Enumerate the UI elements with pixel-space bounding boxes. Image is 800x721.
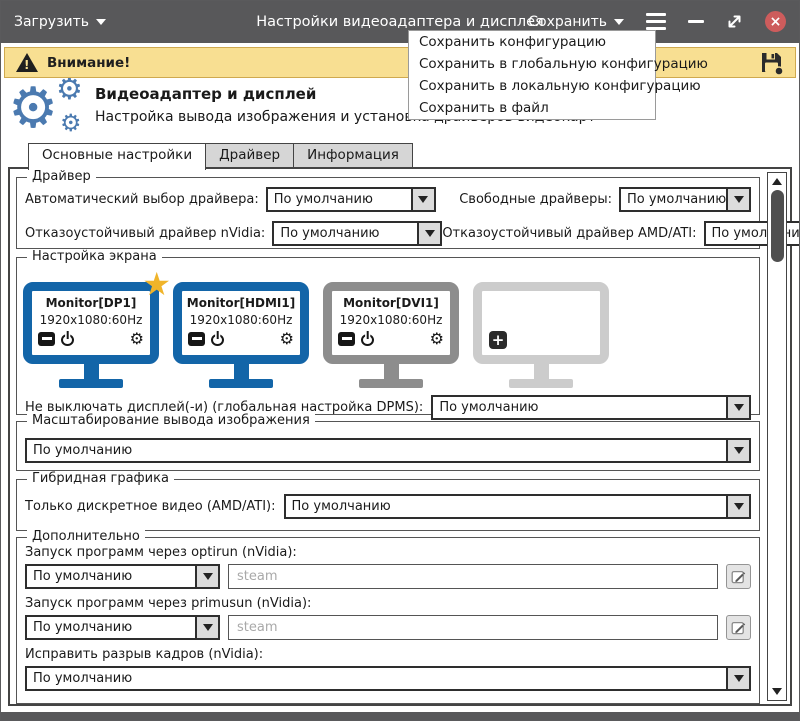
- load-menu-button[interactable]: Загрузить: [14, 14, 106, 30]
- load-menu-label: Загрузить: [14, 14, 89, 30]
- tab-bar: Основные настройки Драйвер Информация: [28, 143, 413, 170]
- window-bottom-edge: [0, 712, 800, 721]
- group-title: Гибридная графика: [27, 471, 174, 486]
- monitor-card-hdmi1[interactable]: Monitor[HDMI1] 1920x1080:60Hz ⚙: [173, 282, 309, 388]
- resize-icon[interactable]: [726, 13, 743, 30]
- optirun-label: Запуск программ через optirun (nVidia):: [17, 545, 759, 560]
- auto-driver-select[interactable]: По умолчанию: [266, 187, 436, 212]
- monitor-card-dvi1[interactable]: Monitor[DVI1] 1920x1080:60Hz ⚙: [323, 282, 459, 388]
- page-title: Видеоадаптер и дисплей: [95, 85, 316, 103]
- group-title: Масштабирование вывода изображения: [27, 413, 315, 428]
- monitor-name: Monitor[DVI1]: [336, 294, 446, 312]
- chevron-down-icon: [614, 19, 624, 25]
- monitor-mode: 1920x1080:60Hz: [186, 312, 296, 329]
- monitor-card-dp1[interactable]: ★ Monitor[DP1] 1920x1080:60Hz ⚙: [23, 282, 159, 388]
- group-title: Драйвер: [27, 169, 96, 184]
- dropdown-arrow-icon[interactable]: [726, 668, 749, 689]
- monitor-name: Monitor[HDMI1]: [186, 294, 296, 312]
- dropdown-arrow-icon[interactable]: [417, 223, 440, 244]
- close-icon[interactable]: ×: [765, 11, 786, 32]
- driver-group: Драйвер Автоматический выбор драйвера: П…: [16, 177, 760, 249]
- tab-driver[interactable]: Драйвер: [206, 143, 294, 168]
- minimize-icon[interactable]: [688, 20, 704, 24]
- dropdown-arrow-icon[interactable]: [726, 397, 749, 418]
- power-icon[interactable]: [211, 332, 224, 346]
- scrollbar-thumb[interactable]: [771, 190, 784, 262]
- optirun-select[interactable]: По умолчанию: [25, 564, 220, 589]
- gears-logo-icon: ⚙ ⚙ ⚙: [8, 79, 92, 141]
- group-title: Настройка экрана: [27, 249, 162, 264]
- monitor-settings-gear-icon[interactable]: ⚙: [130, 331, 144, 347]
- monitor-name: Monitor[DP1]: [36, 294, 146, 312]
- window-title: Настройки видеоадаптера и дисплея: [256, 14, 543, 30]
- power-icon[interactable]: [61, 332, 74, 346]
- monitor-mode: 1920x1080:60Hz: [336, 312, 446, 329]
- dropdown-arrow-icon[interactable]: [726, 440, 749, 461]
- primary-star-icon: ★: [142, 268, 171, 300]
- add-monitor-icon[interactable]: +: [489, 331, 507, 349]
- warning-triangle-icon: !: [16, 53, 38, 72]
- extra-group: Дополнительно Запуск программ через opti…: [16, 537, 760, 704]
- scroll-down-button[interactable]: [768, 684, 786, 699]
- scaling-select[interactable]: По умолчанию: [25, 438, 751, 463]
- failsafe-amd-label: Отказоустойчивый драйвер AMD/ATI:: [442, 226, 696, 241]
- vertical-scrollbar[interactable]: [767, 172, 787, 701]
- discrete-video-select[interactable]: По умолчанию: [284, 494, 751, 519]
- save-dropdown-menu: Сохранить конфигурацию Сохранить в глоба…: [408, 30, 656, 120]
- screen-settings-group: Настройка экрана ★ Monitor[DP1] 1920x108…: [16, 257, 760, 415]
- edit-pencil-icon[interactable]: [726, 615, 751, 640]
- hamburger-menu-icon[interactable]: [646, 13, 666, 31]
- power-icon[interactable]: [361, 332, 374, 346]
- monitor-card-empty[interactable]: +: [473, 282, 609, 388]
- edit-pencil-icon[interactable]: [726, 564, 751, 589]
- disable-monitor-icon[interactable]: [188, 332, 205, 346]
- primusrun-command-input[interactable]: [228, 615, 718, 640]
- primusrun-select[interactable]: По умолчанию: [25, 615, 220, 640]
- menu-item-save-config[interactable]: Сохранить конфигурацию: [409, 31, 655, 53]
- menu-item-save-global-config[interactable]: Сохранить в глобальную конфигурацию: [409, 53, 655, 75]
- scroll-up-button[interactable]: [768, 174, 786, 189]
- disable-monitor-icon[interactable]: [338, 332, 355, 346]
- settings-panel: Драйвер Автоматический выбор драйвера: П…: [8, 167, 792, 706]
- optirun-command-input[interactable]: [228, 564, 718, 589]
- disable-monitor-icon[interactable]: [38, 332, 55, 346]
- group-title: Дополнительно: [27, 529, 145, 544]
- titlebar: Загрузить Настройки видеоадаптера и дисп…: [0, 0, 800, 43]
- menu-item-save-local-config[interactable]: Сохранить в локальную конфигурацию: [409, 75, 655, 97]
- dropdown-arrow-icon[interactable]: [726, 496, 749, 517]
- monitor-settings-gear-icon[interactable]: ⚙: [280, 331, 294, 347]
- free-drivers-select[interactable]: По умолчанию: [619, 187, 751, 212]
- hybrid-graphics-group: Гибридная графика Только дискретное виде…: [16, 479, 760, 531]
- menu-item-save-to-file[interactable]: Сохранить в файл: [409, 97, 655, 119]
- free-drivers-label: Свободные драйверы:: [459, 192, 612, 207]
- dropdown-arrow-icon[interactable]: [411, 189, 434, 210]
- monitor-mode: 1920x1080:60Hz: [36, 312, 146, 329]
- scaling-group: Масштабирование вывода изображения По ум…: [16, 421, 760, 471]
- dropdown-arrow-icon[interactable]: [726, 189, 749, 210]
- tearfree-label: Исправить разрыв кадров (nVidia):: [17, 647, 759, 662]
- discrete-video-label: Только дискретное видео (AMD/ATI):: [25, 499, 276, 514]
- tearfree-select[interactable]: По умолчанию: [25, 666, 751, 691]
- dropdown-arrow-icon[interactable]: [195, 566, 218, 587]
- tab-main-settings[interactable]: Основные настройки: [28, 143, 206, 170]
- chevron-down-icon: [96, 19, 106, 25]
- monitor-settings-gear-icon[interactable]: ⚙: [430, 331, 444, 347]
- failsafe-nvidia-select[interactable]: По умолчанию: [272, 221, 442, 246]
- dropdown-arrow-icon[interactable]: [195, 617, 218, 638]
- primusrun-label: Запуск программ через primusun (nVidia):: [17, 596, 759, 611]
- warning-text: Внимание!: [47, 55, 130, 71]
- failsafe-nvidia-label: Отказоустойчивый драйвер nVidia:: [25, 226, 265, 241]
- dpms-select[interactable]: По умолчанию: [431, 395, 751, 420]
- auto-driver-label: Автоматический выбор драйвера:: [25, 192, 259, 207]
- save-floppy-icon[interactable]: [759, 50, 784, 75]
- tab-information[interactable]: Информация: [294, 143, 413, 168]
